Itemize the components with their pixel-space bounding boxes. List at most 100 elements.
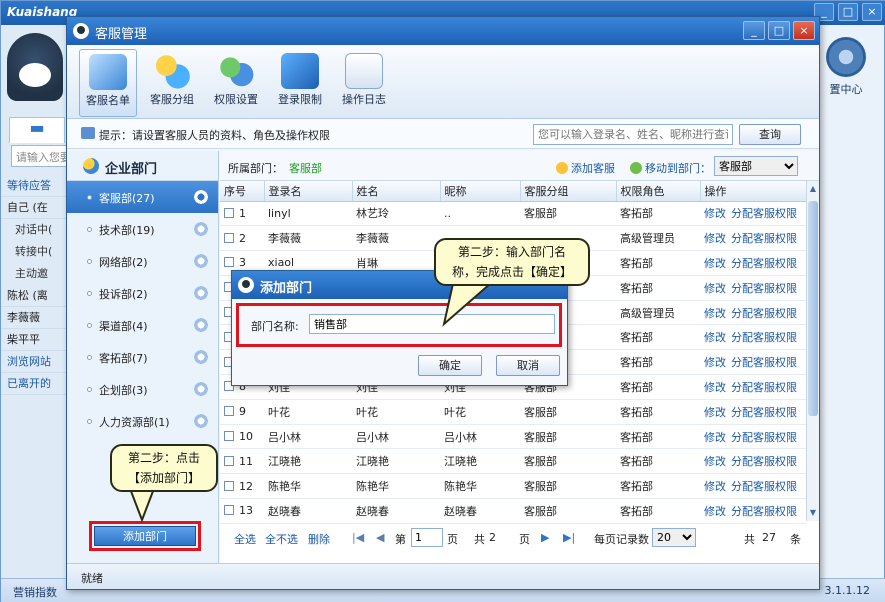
scroll-up-icon[interactable]: ▲	[807, 183, 819, 195]
assign-permission-link[interactable]: 分配客服权限	[731, 331, 797, 344]
row-checkbox[interactable]	[224, 480, 234, 491]
department-item[interactable]: 技术部(19)	[67, 213, 218, 245]
assign-permission-link[interactable]: 分配客服权限	[731, 356, 797, 369]
assign-permission-link[interactable]: 分配客服权限	[731, 207, 797, 220]
staff-search-input[interactable]	[533, 124, 733, 145]
minimize-icon[interactable]: _	[743, 21, 765, 40]
department-item[interactable]: 投诉部(2)	[67, 277, 218, 309]
list-item[interactable]: 陈松 (离	[1, 285, 71, 307]
edit-link[interactable]: 修改	[704, 505, 726, 518]
add-staff-link[interactable]: 添加客服	[556, 160, 615, 176]
row-checkbox[interactable]	[224, 455, 234, 466]
assign-permission-link[interactable]: 分配客服权限	[731, 455, 797, 468]
tab-login-limit[interactable]: 登录限制	[271, 49, 329, 117]
ok-button[interactable]: 确定	[418, 355, 482, 376]
department-item[interactable]: 客拓部(7)	[67, 341, 218, 373]
tab-staff-list[interactable]: 客服名单	[79, 49, 137, 117]
edit-link[interactable]: 修改	[704, 381, 726, 394]
close-icon[interactable]: ×	[793, 21, 815, 40]
tab-operation-log[interactable]: 操作日志	[335, 49, 393, 117]
gear-icon[interactable]	[193, 317, 209, 333]
next-page-icon[interactable]: ▶	[541, 531, 549, 544]
move-department-select[interactable]: 客服部	[714, 156, 798, 176]
edit-link[interactable]: 修改	[704, 307, 726, 320]
scroll-down-icon[interactable]: ▼	[807, 507, 819, 519]
table-row[interactable]: 11 江晓艳 江晓艳 江晓艳 客服部 客拓部 修改 分配客服权限	[220, 448, 806, 475]
cancel-button[interactable]: 取消	[496, 355, 560, 376]
edit-link[interactable]: 修改	[704, 356, 726, 369]
list-item[interactable]: 自己 (在	[1, 197, 71, 219]
row-checkbox[interactable]	[224, 431, 234, 442]
gear-icon[interactable]	[193, 285, 209, 301]
edit-link[interactable]: 修改	[704, 282, 726, 295]
column-header[interactable]: 客服分组	[520, 181, 617, 202]
tab-staff-group[interactable]: 客服分组	[143, 49, 201, 117]
gear-icon[interactable]	[193, 349, 209, 365]
column-header[interactable]: 昵称	[440, 181, 521, 202]
tab-permission[interactable]: 权限设置	[207, 49, 265, 117]
search-button[interactable]: 查询	[739, 124, 801, 145]
row-checkbox[interactable]	[224, 406, 234, 417]
assign-permission-link[interactable]: 分配客服权限	[731, 505, 797, 518]
column-header[interactable]: 姓名	[352, 181, 441, 202]
maximize-icon[interactable]: □	[838, 3, 858, 21]
column-header[interactable]: 权限角色	[616, 181, 701, 202]
gear-icon[interactable]	[193, 381, 209, 397]
first-page-icon[interactable]: |◀	[352, 531, 364, 544]
assign-permission-link[interactable]: 分配客服权限	[731, 282, 797, 295]
marketing-index-label[interactable]: 营销指数	[13, 584, 57, 600]
list-item[interactable]: 转接中(	[1, 241, 71, 263]
list-item[interactable]: 已离开的	[1, 373, 71, 395]
select-all-link[interactable]: 全选	[234, 531, 256, 547]
prev-page-icon[interactable]: ◀	[376, 531, 384, 544]
assign-permission-link[interactable]: 分配客服权限	[731, 480, 797, 493]
assign-permission-link[interactable]: 分配客服权限	[731, 257, 797, 270]
gear-icon[interactable]	[193, 253, 209, 269]
vertical-scrollbar[interactable]: ▲ ▼	[806, 181, 819, 521]
table-row[interactable]: 1 linyl 林艺玲.. 客服部 客拓部 修改 分配客服权限	[220, 201, 806, 227]
list-item[interactable]: 浏览网站	[1, 351, 71, 373]
column-header[interactable]: 操作	[700, 181, 807, 202]
column-header[interactable]: 登录名	[264, 181, 353, 202]
list-item[interactable]: 主动邀	[1, 263, 71, 285]
department-item[interactable]: 网络部(2)	[67, 245, 218, 277]
row-checkbox[interactable]	[224, 505, 234, 516]
edit-link[interactable]: 修改	[704, 232, 726, 245]
chat-tab[interactable]: ▬	[9, 117, 65, 143]
table-row[interactable]: 12 陈艳华 陈艳华 陈艳华 客服部 客拓部 修改 分配客服权限	[220, 473, 806, 500]
department-item[interactable]: 客服部(27)	[67, 181, 218, 213]
scroll-thumb[interactable]	[808, 201, 818, 416]
table-row[interactable]: 13 赵晓春 赵晓春 赵晓春 客服部 客拓部 修改 分配客服权限	[220, 498, 806, 524]
delete-link[interactable]: 删除	[308, 531, 330, 547]
maximize-icon[interactable]: □	[768, 21, 790, 40]
deselect-all-link[interactable]: 全不选	[265, 531, 298, 547]
last-page-icon[interactable]: ▶|	[563, 531, 575, 544]
gear-icon[interactable]	[193, 189, 209, 205]
page-number-input[interactable]	[411, 528, 443, 547]
list-item[interactable]: 等待应答	[1, 175, 71, 197]
close-icon[interactable]: ×	[862, 3, 882, 21]
edit-link[interactable]: 修改	[704, 480, 726, 493]
list-item[interactable]: 柴平平	[1, 329, 71, 351]
department-item[interactable]: 企划部(3)	[67, 373, 218, 405]
table-row[interactable]: 9 叶花 叶花 叶花 客服部 客拓部 修改 分配客服权限	[220, 399, 806, 425]
per-page-select[interactable]: 20	[652, 528, 696, 547]
assign-permission-link[interactable]: 分配客服权限	[731, 232, 797, 245]
edit-link[interactable]: 修改	[704, 257, 726, 270]
add-department-button[interactable]: 添加部门	[94, 526, 196, 546]
list-item[interactable]: 对话中(	[1, 219, 71, 241]
edit-link[interactable]: 修改	[704, 207, 726, 220]
list-item[interactable]: 李薇薇	[1, 307, 71, 329]
edit-link[interactable]: 修改	[704, 431, 726, 444]
assign-permission-link[interactable]: 分配客服权限	[731, 431, 797, 444]
row-checkbox[interactable]	[224, 257, 234, 268]
table-row[interactable]: 10 吕小林 吕小林 吕小林 客服部 客拓部 修改 分配客服权限	[220, 424, 806, 450]
column-header[interactable]: 序号	[220, 181, 265, 202]
gear-icon[interactable]	[193, 221, 209, 237]
assign-permission-link[interactable]: 分配客服权限	[731, 406, 797, 419]
edit-link[interactable]: 修改	[704, 331, 726, 344]
gear-icon[interactable]	[193, 413, 209, 429]
assign-permission-link[interactable]: 分配客服权限	[731, 307, 797, 320]
settings-center-button[interactable]: 置中心	[818, 37, 874, 101]
row-checkbox[interactable]	[224, 207, 234, 218]
